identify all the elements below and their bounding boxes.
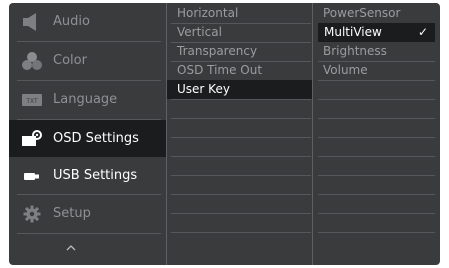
main-menu-label: Color (53, 53, 87, 68)
divider (318, 99, 435, 100)
checkmark-icon: ✓ (417, 25, 428, 39)
divider (318, 232, 435, 233)
divider (318, 156, 435, 157)
option-volume[interactable]: Volume (313, 61, 440, 80)
submenu-item-transparency[interactable]: Transparency (171, 42, 311, 61)
submenu-item-user-key[interactable]: User Key (167, 80, 312, 99)
usb-icon (24, 173, 39, 180)
main-menu: Audio Color TXT Language OSD Settings US… (9, 3, 166, 265)
main-menu-label: USB Settings (53, 168, 138, 183)
osd-settings-icon (22, 130, 42, 146)
divider (171, 175, 311, 176)
divider (318, 118, 435, 119)
main-menu-label: OSD Settings (53, 131, 139, 146)
main-menu-label: Audio (53, 14, 90, 29)
option-brightness[interactable]: Brightness (313, 42, 440, 61)
gear-icon (23, 205, 41, 223)
divider (171, 99, 311, 100)
option-multiview[interactable]: MultiView ✓ (318, 23, 435, 42)
divider (318, 194, 435, 195)
main-menu-osd-settings[interactable]: OSD Settings (9, 120, 166, 157)
chevron-up-icon[interactable] (64, 243, 78, 253)
language-txt-icon: TXT (22, 94, 42, 106)
color-circles-icon (22, 52, 42, 70)
osd-menu: Audio Color TXT Language OSD Settings US… (9, 3, 440, 265)
submenu: Horizontal Vertical Transparency OSD Tim… (167, 3, 312, 265)
divider (171, 156, 311, 157)
divider (171, 213, 311, 214)
option-label: MultiView (324, 25, 382, 39)
main-menu-language[interactable]: TXT Language (9, 81, 166, 119)
divider (171, 118, 311, 119)
main-menu-usb-settings[interactable]: USB Settings (9, 157, 166, 194)
option-powersensor[interactable]: PowerSensor (313, 4, 440, 23)
main-menu-audio[interactable]: Audio (9, 3, 166, 41)
main-menu-setup[interactable]: Setup (9, 195, 166, 233)
screen: Audio Color TXT Language OSD Settings US… (0, 0, 449, 268)
main-menu-color[interactable]: Color (9, 42, 166, 80)
divider (318, 80, 435, 81)
main-menu-label: Language (53, 92, 118, 107)
divider (318, 137, 435, 138)
svg-text:TXT: TXT (25, 98, 38, 105)
main-menu-label: Setup (53, 206, 91, 221)
options-menu: PowerSensor MultiView ✓ Brightness Volum… (313, 3, 440, 265)
speaker-icon (23, 13, 36, 31)
divider (318, 213, 435, 214)
submenu-item-vertical[interactable]: Vertical (171, 23, 311, 42)
divider (171, 232, 311, 233)
submenu-item-horizontal[interactable]: Horizontal (171, 4, 311, 23)
divider (318, 175, 435, 176)
divider (171, 137, 311, 138)
divider (17, 233, 161, 234)
submenu-item-osd-time-out[interactable]: OSD Time Out (171, 61, 311, 80)
divider (171, 194, 311, 195)
